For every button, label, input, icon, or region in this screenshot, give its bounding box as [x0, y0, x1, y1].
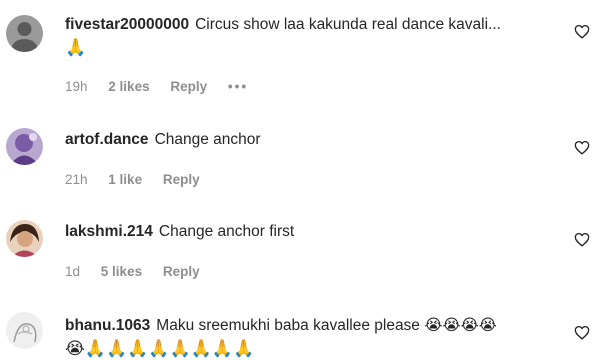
comment-text: Circus show laa kakunda real dance kaval…	[195, 16, 501, 33]
avatar[interactable]	[6, 312, 43, 349]
comment-username[interactable]: fivestar20000000	[65, 16, 189, 33]
reply-button[interactable]: Reply	[170, 79, 207, 94]
comment-time: 21h	[65, 172, 88, 187]
heart-outline-icon[interactable]	[574, 24, 590, 39]
heart-outline-icon[interactable]	[574, 140, 590, 155]
comment-emoji-line: 🙏	[65, 38, 87, 57]
avatar[interactable]	[6, 220, 43, 257]
comment-meta: 19h 2 likes Reply •••	[65, 79, 265, 94]
comment-time: 1d	[65, 264, 81, 279]
comment-likes[interactable]: 5 likes	[101, 264, 142, 279]
comment-time: 19h	[65, 79, 88, 94]
avatar[interactable]	[6, 128, 43, 165]
reply-button[interactable]: Reply	[163, 172, 200, 187]
comment-text: Maku sreemukhi baba kavallee please 😭😭😭😭	[156, 317, 497, 334]
comment-emoji-line: 😭🙏🙏🙏🙏🙏🙏🙏🙏	[65, 339, 255, 358]
comment-username[interactable]: artof.dance	[65, 131, 149, 148]
comment-username[interactable]: lakshmi.214	[65, 223, 153, 240]
more-options-icon[interactable]: •••	[228, 79, 248, 94]
comment-thread: fivestar20000000 Circus show laa kakunda …	[0, 0, 600, 360]
reply-button[interactable]: Reply	[163, 264, 200, 279]
comment-meta: 21h 1 like Reply	[65, 172, 217, 187]
comment-text: Change anchor	[154, 131, 261, 148]
comment-likes[interactable]: 1 like	[108, 172, 142, 187]
comment-username[interactable]: bhanu.1063	[65, 317, 150, 334]
comment-meta: 1d 5 likes Reply	[65, 264, 217, 279]
comment-text: Change anchor first	[158, 223, 295, 240]
avatar[interactable]	[6, 15, 43, 52]
heart-outline-icon[interactable]	[574, 232, 590, 247]
heart-outline-icon[interactable]	[574, 325, 590, 340]
comment-likes[interactable]: 2 likes	[108, 79, 149, 94]
